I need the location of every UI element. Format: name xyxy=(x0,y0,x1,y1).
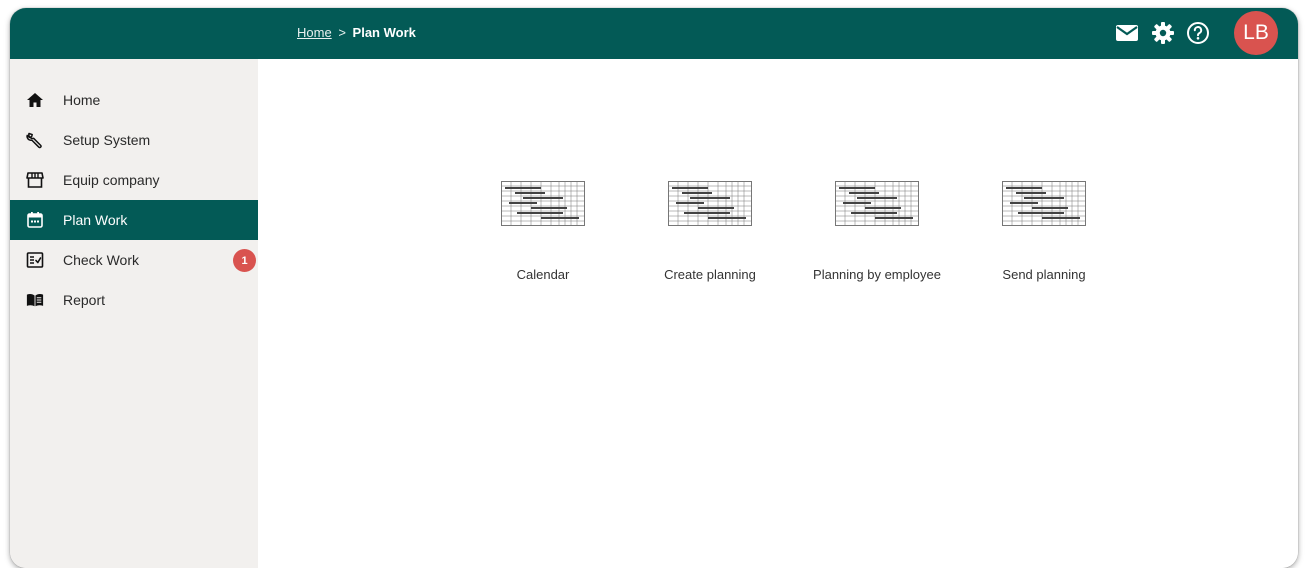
gantt-thumbnail-icon xyxy=(835,181,919,226)
sidebar-item-setup-system[interactable]: Setup System xyxy=(10,120,258,160)
sidebar-item-report[interactable]: Report xyxy=(10,280,258,320)
tile-calendar[interactable]: Calendar xyxy=(458,181,628,291)
main-content: Calendar Create planning Planning by emp… xyxy=(258,59,1298,568)
sidebar-item-label: Equip company xyxy=(63,172,160,188)
gear-icon[interactable] xyxy=(1150,20,1176,46)
tile-label: Create planning xyxy=(664,267,756,282)
breadcrumb-separator: > xyxy=(338,25,346,40)
sidebar-item-check-work[interactable]: Check Work 1 xyxy=(10,240,258,280)
sidebar-item-label: Check Work xyxy=(63,252,139,268)
book-icon xyxy=(26,291,44,309)
tile-create-planning[interactable]: Create planning xyxy=(625,181,795,291)
user-avatar[interactable]: LB xyxy=(1234,11,1278,55)
app-window: Home > Plan Work LB Home Setup System Eq… xyxy=(10,8,1298,568)
calendar-icon xyxy=(26,211,44,229)
sidebar-item-equip-company[interactable]: Equip company xyxy=(10,160,258,200)
tile-label: Planning by employee xyxy=(813,267,941,282)
tile-send-planning[interactable]: Send planning xyxy=(959,181,1129,291)
sidebar-item-label: Plan Work xyxy=(63,212,128,228)
sidebar-item-plan-work[interactable]: Plan Work xyxy=(10,200,258,240)
gantt-thumbnail-icon xyxy=(501,181,585,226)
gantt-thumbnail-icon xyxy=(668,181,752,226)
sidebar-item-label: Report xyxy=(63,292,106,308)
breadcrumb-home-link[interactable]: Home xyxy=(297,25,332,40)
sidebar: Home Setup System Equip company Plan Wor… xyxy=(10,59,258,568)
sidebar-item-home[interactable]: Home xyxy=(10,80,258,120)
help-icon[interactable] xyxy=(1185,20,1211,46)
breadcrumb-current: Plan Work xyxy=(352,25,416,40)
mail-icon[interactable] xyxy=(1114,20,1140,46)
tile-label: Calendar xyxy=(516,267,570,282)
checklist-icon xyxy=(26,251,44,269)
wrench-icon xyxy=(26,131,44,149)
sidebar-nav: Home Setup System Equip company Plan Wor… xyxy=(10,80,258,320)
notification-badge: 1 xyxy=(233,249,256,272)
sidebar-item-label: Home xyxy=(63,92,101,108)
tile-planning-by-employee[interactable]: Planning by employee xyxy=(792,181,962,291)
store-icon xyxy=(26,171,44,189)
breadcrumb: Home > Plan Work xyxy=(297,25,416,40)
gantt-thumbnail-icon xyxy=(1002,181,1086,226)
tile-label: Send planning xyxy=(1002,267,1086,282)
sidebar-item-label: Setup System xyxy=(63,132,151,148)
home-icon xyxy=(26,91,44,109)
top-bar: Home > Plan Work LB xyxy=(10,8,1298,59)
